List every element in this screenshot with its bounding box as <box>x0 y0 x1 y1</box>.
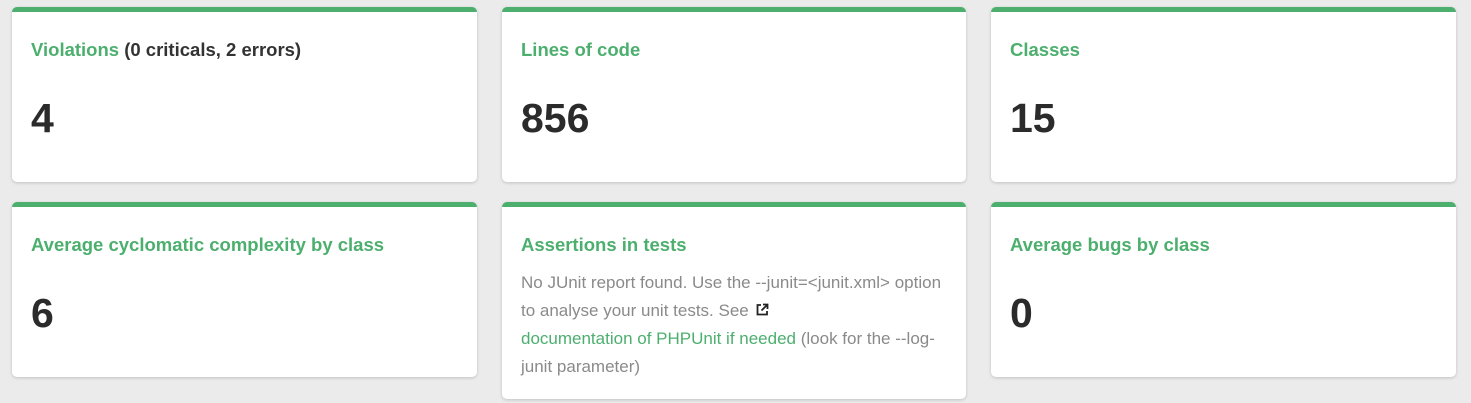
avg-bugs-card: Average bugs by class 0 <box>991 202 1456 377</box>
avg-bugs-title: Average bugs by class <box>1010 234 1210 255</box>
avg-bugs-value: 0 <box>1010 290 1033 336</box>
violations-value: 4 <box>31 95 54 141</box>
classes-title: Classes <box>1010 39 1080 60</box>
lines-of-code-title: Lines of code <box>521 39 641 60</box>
avg-complexity-value: 6 <box>31 290 54 336</box>
lines-of-code-value: 856 <box>521 95 590 141</box>
avg-complexity-title: Average cyclomatic complexity by class <box>31 234 385 255</box>
classes-card: Classes 15 <box>991 7 1456 182</box>
external-link-icon[interactable] <box>755 303 769 317</box>
avg-complexity-card: Average cyclomatic complexity by class 6 <box>12 202 477 377</box>
violations-title-label: Violations <box>31 39 120 60</box>
lines-of-code-card: Lines of code 856 <box>502 7 966 182</box>
phpunit-documentation-link[interactable]: documentation of PHPUnit if needed <box>521 329 796 348</box>
assertions-title: Assertions in tests <box>521 234 687 255</box>
violations-detail: (0 criticals, 2 errors) <box>124 39 302 60</box>
assertions-text-before: No JUnit report found. Use the --junit=<… <box>521 273 942 320</box>
violations-title: Violations (0 criticals, 2 errors) <box>31 38 458 62</box>
classes-value: 15 <box>1010 95 1056 141</box>
assertions-message: No JUnit report found. Use the --junit=<… <box>521 269 947 381</box>
violations-card: Violations (0 criticals, 2 errors) 4 <box>12 7 477 182</box>
assertions-card: Assertions in tests No JUnit report foun… <box>502 202 966 399</box>
